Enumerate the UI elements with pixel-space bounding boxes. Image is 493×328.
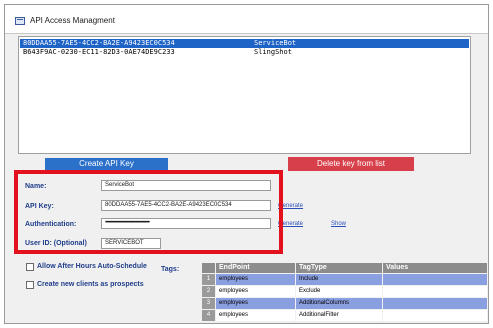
- tags-label: Tags:: [161, 266, 180, 273]
- table-row[interactable]: 2 employees Exclude: [202, 286, 487, 297]
- tagtype-cell[interactable]: Exclude: [296, 286, 382, 297]
- values-cell[interactable]: [383, 286, 487, 297]
- tags-grid[interactable]: EndPoint TagType Values 1 employees Incl…: [202, 263, 487, 323]
- new-clients-checkbox[interactable]: [26, 281, 34, 289]
- tagtype-cell[interactable]: AdditionalColumns: [296, 298, 382, 309]
- endpoint-cell[interactable]: employees: [216, 286, 295, 297]
- values-cell[interactable]: [383, 298, 487, 309]
- api-access-window: API Access Managment 80DDAA55-7AE5-4CC2-…: [4, 4, 489, 324]
- column-header-values[interactable]: Values: [383, 263, 487, 273]
- key-name: ServiceBot: [254, 39, 297, 47]
- row-number: 3: [202, 298, 215, 309]
- row-number: 4: [202, 310, 215, 321]
- table-row[interactable]: 4 employees AdditionalFilter: [202, 310, 487, 321]
- delete-key-button[interactable]: Delete key from list: [288, 157, 414, 171]
- endpoint-cell[interactable]: employees: [216, 274, 295, 285]
- endpoint-cell[interactable]: employees: [216, 310, 295, 321]
- tagtype-cell[interactable]: Include: [296, 274, 382, 285]
- show-auth-link[interactable]: Show: [331, 221, 346, 227]
- after-hours-label: Allow After Hours Auto-Schedule: [37, 263, 147, 270]
- title-bar: API Access Managment: [5, 5, 488, 34]
- endpoint-cell[interactable]: employees: [216, 298, 295, 309]
- grid-corner: [202, 263, 215, 273]
- row-number: 2: [202, 286, 215, 297]
- key-id: B643F9AC-0230-EC11-82D3-0AE74DE9C233: [23, 48, 175, 56]
- highlight-box: [14, 170, 283, 254]
- column-header-endpoint[interactable]: EndPoint: [216, 263, 295, 273]
- window-icon: [15, 17, 25, 25]
- column-header-tagtype[interactable]: TagType: [296, 263, 382, 273]
- api-key-list[interactable]: 80DDAA55-7AE5-4CC2-BA2E-A9423EC0C534 Ser…: [18, 36, 471, 154]
- list-item[interactable]: B643F9AC-0230-EC11-82D3-0AE74DE9C233 Sli…: [20, 48, 469, 57]
- key-id: 80DDAA55-7AE5-4CC2-BA2E-A9423EC0C534: [23, 39, 175, 47]
- table-row[interactable]: 3 employees AdditionalColumns: [202, 298, 487, 309]
- after-hours-checkbox[interactable]: [26, 263, 34, 271]
- values-cell[interactable]: [383, 274, 487, 285]
- key-name: SlingShot: [254, 48, 292, 56]
- create-api-key-button[interactable]: Create API Key: [45, 158, 168, 170]
- tagtype-cell[interactable]: AdditionalFilter: [296, 310, 382, 321]
- row-number: 1: [202, 274, 215, 285]
- values-cell[interactable]: [383, 310, 487, 321]
- window-title: API Access Managment: [30, 16, 115, 25]
- table-row[interactable]: 1 employees Include: [202, 274, 487, 285]
- new-clients-label: Create new clients as prospects: [37, 281, 144, 288]
- list-item[interactable]: 80DDAA55-7AE5-4CC2-BA2E-A9423EC0C534 Ser…: [20, 39, 469, 48]
